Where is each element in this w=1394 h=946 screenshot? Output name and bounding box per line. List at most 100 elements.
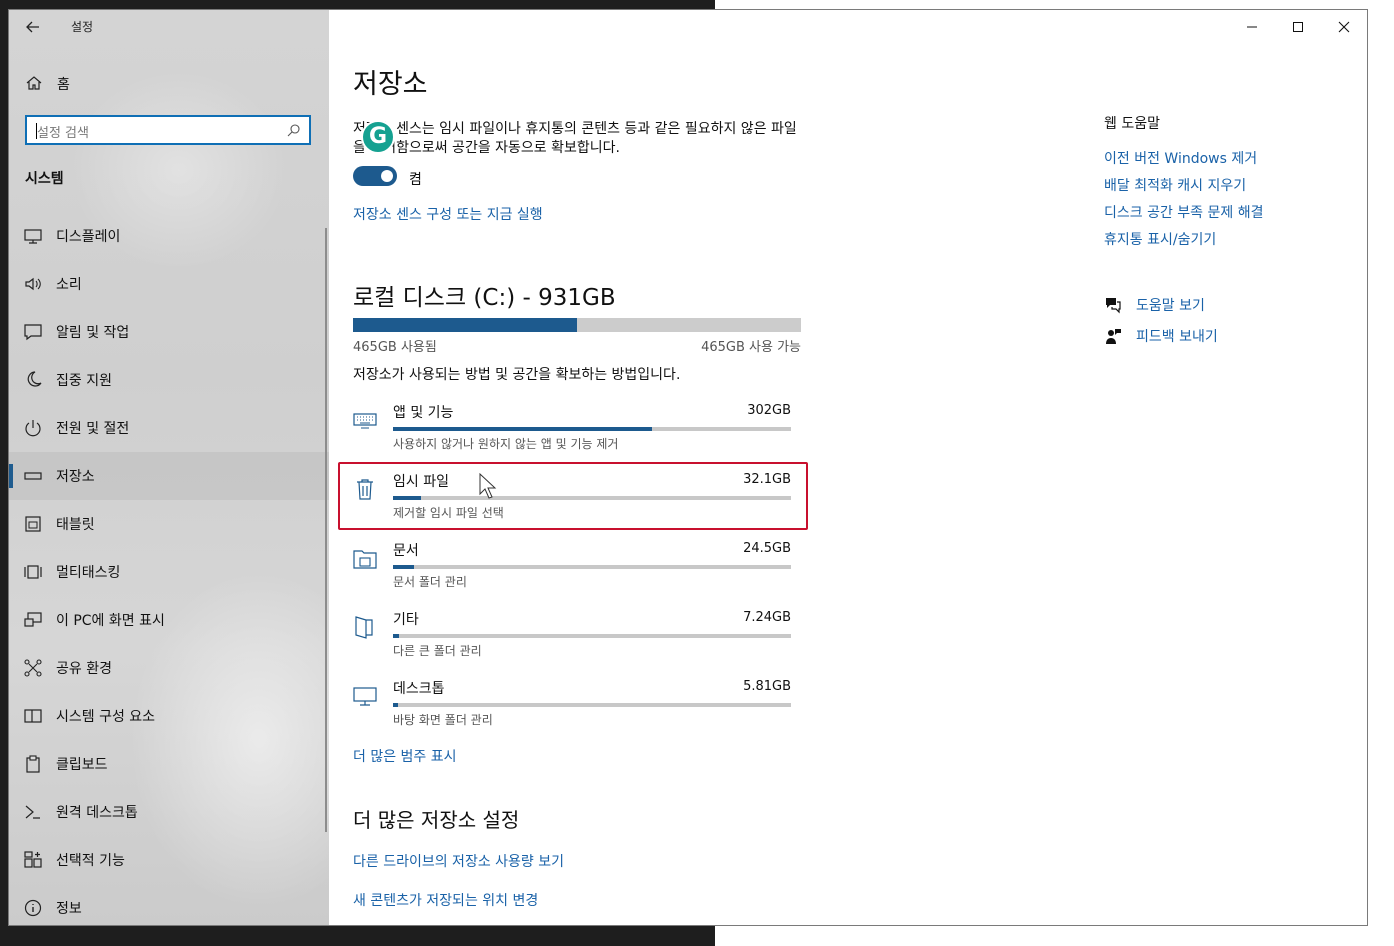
sidebar-item-components[interactable]: 시스템 구성 요소 — [9, 692, 329, 740]
sidebar-item-label: 저장소 — [56, 469, 95, 485]
sidebar-item-label: 공유 환경 — [56, 661, 112, 677]
category-apps[interactable]: 앱 및 기능 302GB 사용하지 않거나 원하지 않는 앱 및 기능 제거 — [353, 402, 793, 462]
sidebar-item-label: 소리 — [56, 277, 82, 293]
category-sub: 문서 폴더 관리 — [393, 575, 467, 589]
sidebar-item-label: 이 PC에 화면 표시 — [56, 613, 165, 629]
share-icon — [24, 659, 42, 677]
other-drives-link[interactable]: 다른 드라이브의 저장소 사용량 보기 — [353, 851, 564, 871]
sidebar-item-power[interactable]: 전원 및 절전 — [9, 404, 329, 452]
feedback-label: 피드백 보내기 — [1136, 329, 1218, 345]
minimize-icon — [1247, 26, 1257, 28]
sidebar-item-focus-assist[interactable]: 집중 지원 — [9, 356, 329, 404]
sidebar-item-notifications[interactable]: 알림 및 작업 — [9, 308, 329, 356]
sidebar-item-tablet[interactable]: 태블릿 — [9, 500, 329, 548]
sidebar-item-label: 선택적 기능 — [56, 853, 125, 869]
keyboard-icon — [353, 413, 377, 429]
title-bar: 설정 — [9, 10, 329, 44]
sidebar-item-project[interactable]: 이 PC에 화면 표시 — [9, 596, 329, 644]
maximize-button[interactable] — [1275, 10, 1321, 44]
web-help-title: 웹 도움말 — [1104, 116, 1160, 132]
sidebar-item-label: 태블릿 — [56, 517, 95, 533]
sidebar-item-display[interactable]: 디스플레이 — [9, 212, 329, 260]
sidebar-item-label: 클립보드 — [56, 757, 108, 773]
sidebar-item-label: 멀티태스킹 — [56, 565, 121, 581]
feedback-icon — [1106, 329, 1121, 344]
category-bar-fill — [393, 634, 400, 638]
category-documents[interactable]: 문서 24.5GB 문서 폴더 관리 — [353, 540, 793, 600]
category-desktop[interactable]: 데스크톱 5.81GB 바탕 화면 폴더 관리 — [353, 678, 793, 738]
sidebar-nav: 디스플레이 소리 알림 및 작업 집중 지원 전원 및 절전 저장소 태블릿 멀… — [9, 212, 329, 925]
help-link-recycle-bin[interactable]: 휴지통 표시/숨기기 — [1104, 229, 1216, 249]
sidebar-item-label: 알림 및 작업 — [56, 325, 130, 341]
storage-icon — [24, 472, 42, 480]
app-title: 설정 — [71, 20, 94, 34]
sidebar-item-clipboard[interactable]: 클립보드 — [9, 740, 329, 788]
sidebar-item-about[interactable]: 정보 — [9, 884, 329, 925]
sidebar-item-optional-features[interactable]: 선택적 기능 — [9, 836, 329, 884]
category-sub: 다른 큰 폴더 관리 — [393, 644, 482, 658]
home-icon — [26, 76, 42, 90]
category-name: 데스크톱 — [393, 681, 445, 697]
moon-icon — [27, 371, 42, 387]
disk-usage-bar — [353, 318, 801, 332]
sidebar-item-label: 시스템 구성 요소 — [56, 709, 156, 725]
mouse-cursor-icon — [479, 473, 497, 499]
sidebar-item-home[interactable]: 홈 — [9, 68, 329, 98]
project-icon — [24, 612, 42, 627]
category-bar — [393, 427, 791, 431]
toggle-knob — [381, 170, 393, 182]
search-input[interactable]: 설정 검색 — [25, 115, 311, 145]
category-bar-fill — [393, 565, 415, 569]
category-bar-fill — [393, 427, 652, 431]
sidebar-item-storage[interactable]: 저장소 — [9, 452, 329, 500]
close-button[interactable] — [1321, 10, 1367, 44]
remote-desktop-icon — [25, 805, 40, 819]
storage-sense-toggle[interactable] — [353, 166, 397, 186]
more-settings-title: 더 많은 저장소 설정 — [353, 808, 520, 832]
category-name: 기타 — [393, 612, 419, 628]
category-other[interactable]: 기타 7.24GB 다른 큰 폴더 관리 — [353, 609, 793, 669]
disk-used-label: 465GB 사용됨 — [353, 340, 437, 355]
notification-icon — [24, 324, 42, 341]
other-icon — [355, 616, 373, 639]
category-name: 문서 — [393, 543, 419, 559]
multitasking-icon — [24, 565, 42, 579]
sidebar-scrollbar[interactable] — [325, 228, 327, 832]
sidebar-item-label: 전원 및 절전 — [56, 421, 130, 437]
sidebar-item-sound[interactable]: 소리 — [9, 260, 329, 308]
features-icon — [24, 851, 42, 868]
category-size: 302GB — [747, 403, 791, 418]
feedback-link[interactable]: 피드백 보내기 — [1104, 325, 1324, 347]
back-button[interactable] — [23, 16, 43, 38]
get-help-label: 도움말 보기 — [1136, 298, 1205, 314]
section-title: 시스템 — [25, 171, 64, 187]
minimize-button[interactable] — [1229, 10, 1275, 44]
sidebar-item-label: 디스플레이 — [56, 229, 121, 245]
sidebar-item-label: 정보 — [56, 901, 82, 917]
category-bar — [393, 634, 791, 638]
category-name: 앱 및 기능 — [393, 405, 454, 421]
tablet-icon — [25, 516, 41, 532]
category-sub: 사용하지 않거나 원하지 않는 앱 및 기능 제거 — [393, 437, 619, 451]
speaker-icon — [25, 277, 41, 291]
main-content: 저장소 저장소 센스는 임시 파일이나 휴지통의 콘텐츠 등과 같은 필요하지 … — [329, 10, 1367, 925]
disk-title: 로컬 디스크 (C:) - 931GB — [353, 285, 616, 311]
more-categories-link[interactable]: 더 많은 범주 표시 — [353, 746, 457, 766]
category-size: 24.5GB — [743, 541, 791, 556]
help-link-delivery-cache[interactable]: 배달 최적화 캐시 지우기 — [1104, 175, 1246, 195]
get-help-link[interactable]: 도움말 보기 — [1104, 294, 1324, 316]
change-location-link[interactable]: 새 콘텐츠가 저장되는 위치 변경 — [353, 890, 538, 910]
sidebar-item-remote-desktop[interactable]: 원격 데스크톱 — [9, 788, 329, 836]
desktop-icon — [353, 687, 377, 706]
help-link-remove-windows[interactable]: 이전 버전 Windows 제거 — [1104, 148, 1257, 168]
help-link-low-disk[interactable]: 디스크 공간 부족 문제 해결 — [1104, 202, 1263, 222]
storage-sense-link[interactable]: 저장소 센스 구성 또는 지금 실행 — [353, 204, 543, 224]
sidebar-item-multitasking[interactable]: 멀티태스킹 — [9, 548, 329, 596]
highlight-box — [338, 462, 808, 530]
search-icon — [287, 124, 300, 137]
category-size: 5.81GB — [743, 679, 791, 694]
sidebar-item-share[interactable]: 공유 환경 — [9, 644, 329, 692]
grammarly-icon[interactable]: G — [361, 120, 395, 154]
sidebar-item-label: 집중 지원 — [56, 373, 112, 389]
sidebar-item-label: 원격 데스크톱 — [56, 805, 138, 821]
